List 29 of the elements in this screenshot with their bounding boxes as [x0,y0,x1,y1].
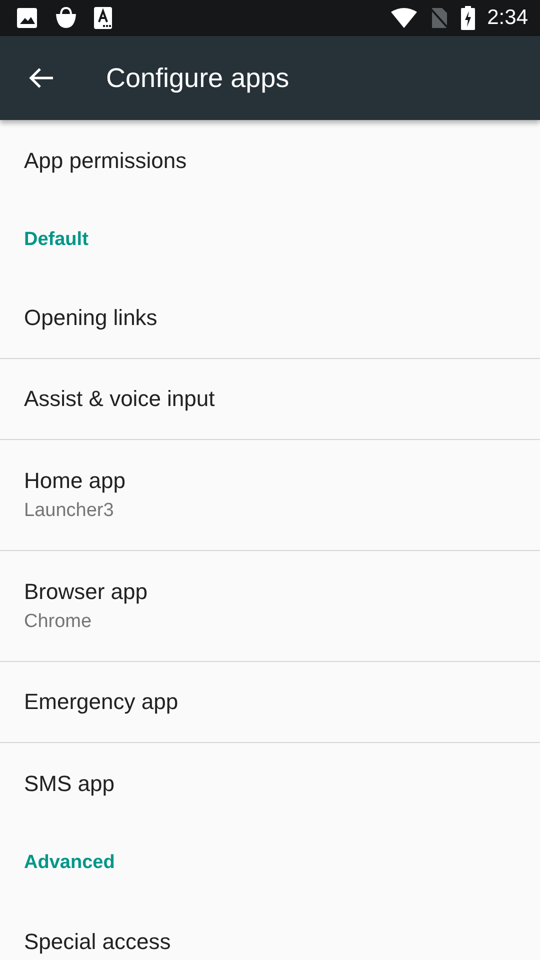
item-title: SMS app [24,770,116,796]
font-icon [94,7,112,29]
item-title: Assist & voice input [24,386,216,412]
shopping-bag-icon [54,6,78,30]
image-icon [16,7,38,29]
settings-item[interactable]: Home app Launcher3 [0,440,540,551]
settings-item[interactable]: Special access [0,901,540,960]
category-header: Advanced [23,850,116,874]
item-title: Special access [24,928,172,954]
category-header: Default [23,228,90,252]
item-summary: Chrome [24,611,93,633]
item-title: Home app [24,468,127,494]
settings-item[interactable]: App permissions [0,120,540,201]
settings-item[interactable]: Browser app Chrome [0,551,540,662]
status-time: 2:34 [487,6,528,30]
settings-item[interactable]: Emergency app [0,662,540,743]
screen-title: Configure apps [106,62,290,94]
no-sim-icon [429,7,450,29]
settings-item[interactable]: Opening links [0,278,540,359]
item-summary: Launcher3 [24,500,115,522]
back-arrow-icon [28,67,54,89]
item-title: Browser app [24,579,149,605]
item-title: Opening links [24,305,158,331]
item-title: App permissions [24,148,188,174]
battery-charging-icon [461,6,476,30]
settings-item[interactable]: Assist & voice input [0,359,540,440]
settings-item[interactable]: SMS app [0,743,540,824]
wifi-icon [391,8,418,28]
item-title: Emergency app [24,689,180,715]
